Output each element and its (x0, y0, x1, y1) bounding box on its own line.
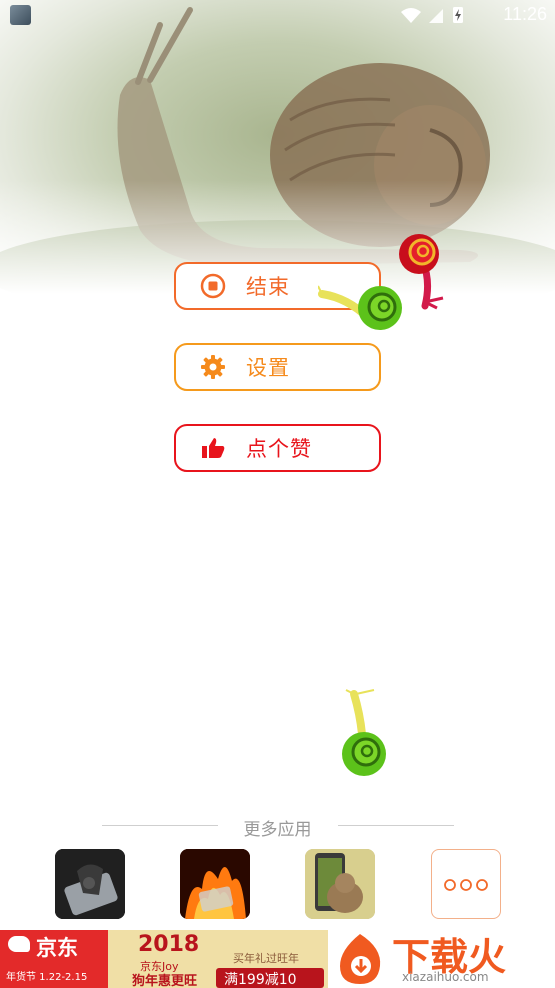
battery-charging-icon (453, 7, 463, 23)
green-snail-sprite (318, 285, 402, 330)
ad-jd-logo-block: 京东 年货节 1.22-2.15 (0, 930, 108, 988)
ad-promo-block: 2018 京东Joy 狗年惠更旺 买年礼过旺年 满199减10 (108, 930, 328, 988)
status-time: 11:26 (503, 4, 547, 24)
ad-sub-line: 买年礼过旺年 (233, 952, 299, 965)
cat-phone-app-icon[interactable] (305, 849, 375, 919)
wifi-icon (401, 8, 421, 23)
fire-phone-app-icon[interactable] (180, 849, 250, 919)
stop-button-label: 结束 (246, 275, 290, 299)
notification-app-icon (10, 5, 31, 25)
ad-brand: 京东 (36, 936, 78, 960)
status-icons (401, 7, 463, 23)
ad-deal: 满199减10 (224, 972, 297, 988)
ad-slogan: 狗年惠更旺 (132, 974, 198, 988)
stop-icon (198, 271, 228, 301)
thumbs-up-icon (198, 433, 228, 463)
hero-fade-overlay (0, 0, 555, 300)
ad-banner[interactable]: 京东 年货节 1.22-2.15 2018 京东Joy 狗年惠更旺 买年礼过旺年… (0, 930, 555, 988)
like-button-label: 点个赞 (246, 437, 312, 461)
more-apps-icon[interactable] (431, 849, 501, 919)
ad-festival-line: 年货节 1.22-2.15 (6, 972, 88, 983)
settings-button-label: 设置 (246, 356, 290, 380)
gear-icon (198, 352, 228, 382)
like-button[interactable]: 点个赞 (174, 424, 381, 472)
jd-dog-logo-icon (8, 936, 30, 952)
settings-button[interactable]: 设置 (174, 343, 381, 391)
signal-icon (429, 9, 443, 23)
hero-snail-image (0, 0, 555, 300)
watermark-url: xiazaihuo.com (402, 970, 489, 984)
green-snail-sprite-bottom (342, 689, 386, 776)
ad-year: 2018 (138, 932, 200, 957)
ad-deal-badge: 满199减10 (216, 968, 324, 988)
status-bar: 11:26 (0, 0, 555, 30)
download-fire-logo-icon (340, 934, 381, 984)
watermark-block: 下载火 xiazaihuo.com (328, 930, 555, 988)
more-apps-header: 更多应用 (0, 812, 555, 840)
more-apps-title: 更多应用 (243, 820, 312, 840)
scorpion-phone-app-icon[interactable] (55, 849, 125, 919)
